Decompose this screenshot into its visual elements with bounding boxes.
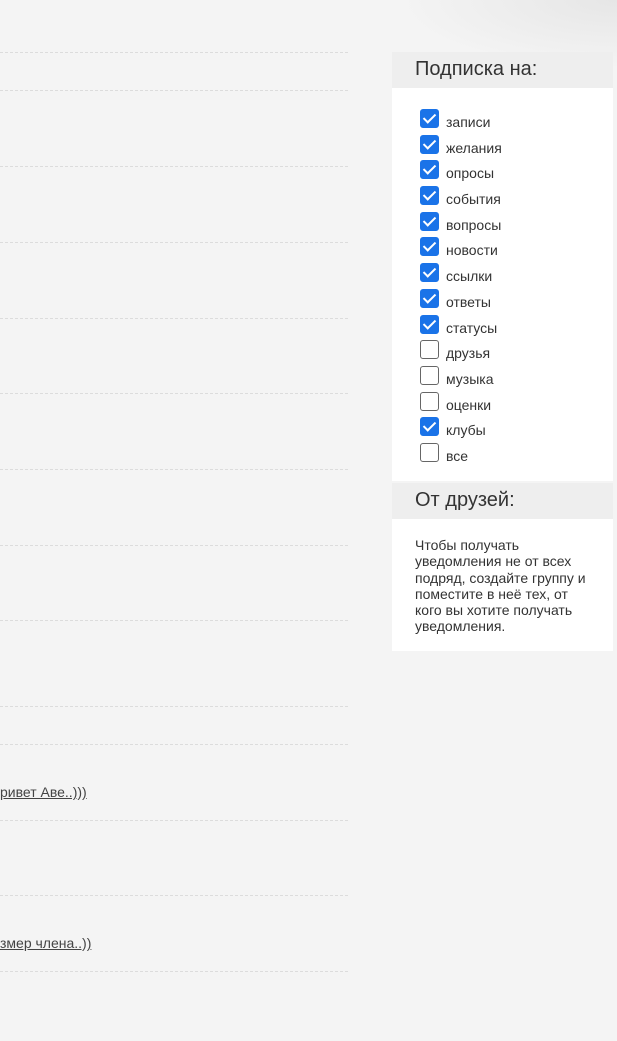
checkbox[interactable] xyxy=(420,442,439,462)
subscription-option[interactable]: клубы xyxy=(420,417,613,443)
checkbox[interactable] xyxy=(420,288,439,308)
feed-divider xyxy=(0,971,348,972)
friends-panel: От друзей: Чтобы получать уведомления не… xyxy=(392,483,613,651)
subscription-option[interactable]: музыка xyxy=(420,365,613,392)
option-label: ответы xyxy=(446,293,491,310)
option-label: новости xyxy=(446,242,498,259)
subscription-option[interactable]: ссылки xyxy=(420,263,613,289)
feed-item-link[interactable]: ривет Аве..))) xyxy=(0,784,87,800)
subscription-option[interactable]: желания xyxy=(420,134,613,161)
checkbox[interactable] xyxy=(420,160,439,180)
feed-item-link[interactable]: змер члена..)) xyxy=(0,935,91,951)
checkbox[interactable] xyxy=(420,314,439,334)
feed-divider xyxy=(0,469,348,470)
option-label: вопросы xyxy=(446,216,502,233)
feed-divider xyxy=(0,242,348,243)
option-label: оценки xyxy=(446,396,492,413)
feed-divider xyxy=(0,166,348,167)
option-label: все xyxy=(446,447,469,464)
option-label: опросы xyxy=(446,165,495,182)
checkbox[interactable] xyxy=(420,186,439,206)
checkbox[interactable] xyxy=(420,109,439,128)
feed-divider xyxy=(0,393,348,394)
subscription-option[interactable]: ответы xyxy=(420,288,613,315)
checkbox[interactable] xyxy=(420,211,439,231)
feed-divider xyxy=(0,545,348,546)
option-label: события xyxy=(446,191,501,208)
subscription-option[interactable]: все xyxy=(420,442,613,469)
option-label: записи xyxy=(446,114,491,130)
friends-hint-text: Чтобы получать уведомления не от всех по… xyxy=(415,537,586,635)
subscription-option[interactable]: записи xyxy=(420,109,613,135)
feed-divider xyxy=(0,706,348,707)
subscription-panel: Подписка на: записи желания опросы события в… xyxy=(392,52,613,481)
checkbox[interactable] xyxy=(420,237,439,257)
checkbox[interactable] xyxy=(420,365,439,385)
feed-list: ривет Аве..))) змер члена..)) xyxy=(0,0,348,1041)
subscription-option[interactable]: новости xyxy=(420,237,613,263)
checkbox[interactable] xyxy=(420,340,439,360)
feed-divider xyxy=(0,744,348,745)
feed-divider xyxy=(0,895,348,896)
subscription-title: Подписка на: xyxy=(392,52,613,88)
checkbox[interactable] xyxy=(420,263,439,283)
option-label: статусы xyxy=(446,319,498,336)
option-label: ссылки xyxy=(446,268,493,285)
feed-divider xyxy=(0,90,348,91)
feed-divider xyxy=(0,820,348,821)
checkbox[interactable] xyxy=(420,134,439,154)
option-label: музыка xyxy=(446,370,494,387)
subscription-option[interactable]: опросы xyxy=(420,160,613,186)
subscription-option[interactable]: вопросы xyxy=(420,211,613,238)
option-label: друзья xyxy=(446,345,491,362)
feed-divider xyxy=(0,52,348,53)
checkbox[interactable] xyxy=(420,417,439,437)
feed-divider xyxy=(0,620,348,621)
subscription-options: записи желания опросы события вопросы новости… xyxy=(392,88,613,469)
checkbox[interactable] xyxy=(420,391,439,411)
option-label: клубы xyxy=(446,422,486,439)
feed-divider xyxy=(0,318,348,319)
subscription-option[interactable]: оценки xyxy=(420,391,613,418)
subscription-option[interactable]: статусы xyxy=(420,314,613,341)
subscription-option[interactable]: друзья xyxy=(420,340,613,366)
subscription-option[interactable]: события xyxy=(420,186,613,212)
option-label: желания xyxy=(446,139,502,156)
friends-title: От друзей: xyxy=(392,483,613,519)
